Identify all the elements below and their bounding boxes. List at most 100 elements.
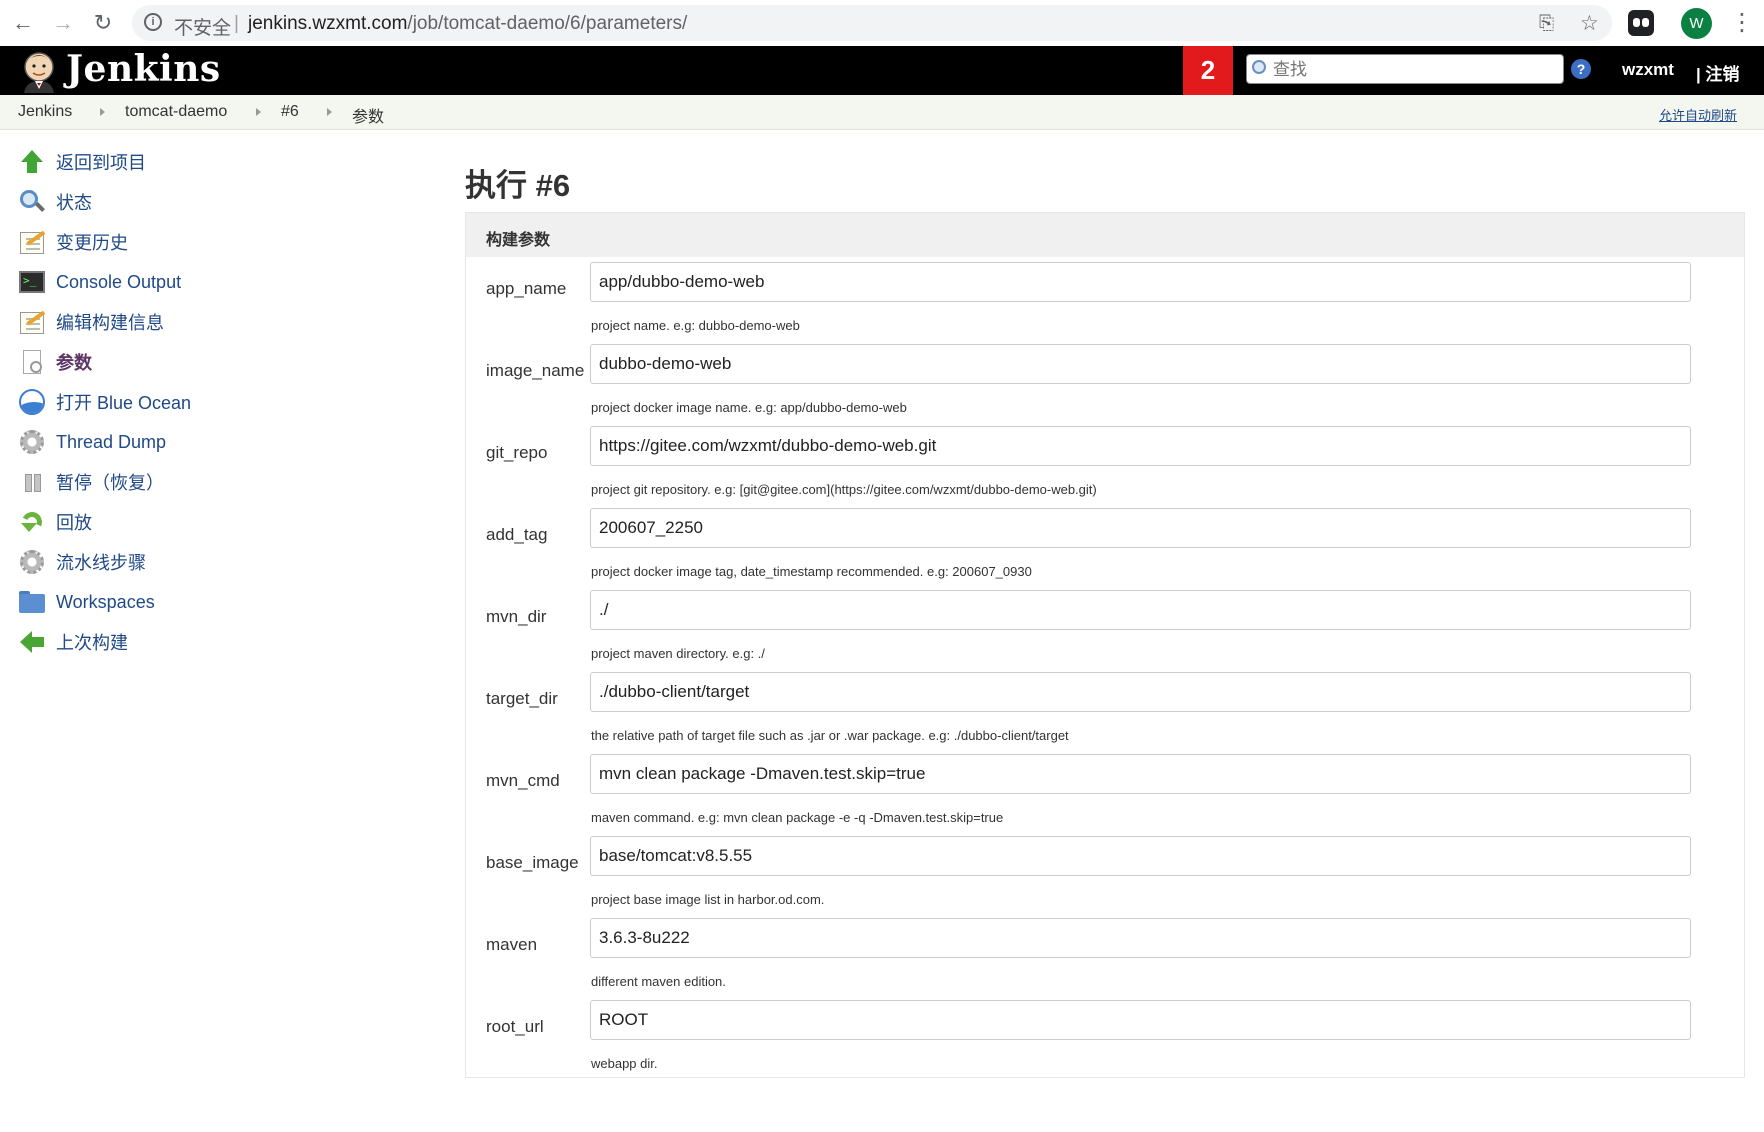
- search-box[interactable]: [1246, 54, 1564, 84]
- breadcrumb-build[interactable]: #6: [281, 103, 299, 121]
- param-description: webapp dir.: [591, 1056, 658, 1071]
- sidebar-item-console-output[interactable]: >_ Console Output: [18, 266, 181, 298]
- insecure-label: 不安全: [174, 18, 232, 39]
- site-info-icon[interactable]: i: [144, 13, 162, 31]
- username-link[interactable]: wzxmt: [1622, 60, 1674, 80]
- page-title: 执行 #6: [465, 168, 571, 203]
- breadcrumb-arrow-icon[interactable]: [327, 108, 332, 116]
- sidebar-item-status[interactable]: 状态: [18, 186, 92, 218]
- sidebar-item-label: 暂停（恢复）: [56, 473, 164, 493]
- search-icon: [1252, 60, 1266, 74]
- param-value-field[interactable]: [590, 508, 1691, 548]
- blue-ocean-icon: [18, 388, 46, 416]
- param-name: maven: [486, 935, 538, 954]
- auto-refresh-link[interactable]: 允许自动刷新: [1659, 105, 1737, 124]
- browser-toolbar: ← → ↻ i 不安全 | jenkins.wzxmt.com/job/tomc…: [0, 0, 1764, 47]
- sidebar-item-label: Thread Dump: [56, 431, 167, 452]
- param-value-field[interactable]: [590, 754, 1691, 794]
- param-row: git_repo project git repository. e.g: [g…: [466, 426, 1744, 508]
- bookmark-star-icon[interactable]: ☆: [1580, 11, 1599, 36]
- up-arrow-icon: [18, 148, 46, 176]
- sidebar-item-label: Console Output: [56, 271, 182, 292]
- param-name: root_url: [486, 1017, 544, 1036]
- logout-link[interactable]: | 注销: [1696, 60, 1739, 85]
- param-row: mvn_cmd maven command. e.g: mvn clean pa…: [466, 754, 1744, 836]
- sidebar-item-previous-build[interactable]: 上次构建: [18, 626, 128, 658]
- gear-icon: [18, 428, 46, 456]
- folder-icon: [18, 588, 46, 616]
- translate-icon[interactable]: ⎘: [1539, 13, 1554, 35]
- notification-badge[interactable]: 2: [1183, 46, 1233, 95]
- sidebar-item-edit-build-info[interactable]: 编辑构建信息: [18, 306, 164, 338]
- sidebar-item-label: 回放: [56, 513, 92, 533]
- sidebar-item-label: 变更历史: [56, 233, 128, 253]
- breadcrumb-arrow-icon[interactable]: [256, 108, 261, 116]
- jenkins-header: Jenkins 2 ? wzxmt | 注销: [0, 46, 1764, 95]
- reload-icon[interactable]: ↻: [90, 10, 116, 36]
- sidebar-item-back-to-project[interactable]: 返回到项目: [18, 146, 146, 178]
- param-description: project maven directory. e.g: ./: [591, 646, 765, 661]
- help-icon[interactable]: ?: [1571, 59, 1591, 79]
- breadcrumb-arrow-icon[interactable]: [100, 108, 105, 116]
- breadcrumb-jenkins[interactable]: Jenkins: [18, 103, 72, 121]
- back-icon[interactable]: ←: [10, 10, 36, 36]
- pause-icon: [18, 468, 46, 496]
- param-name: target_dir: [486, 689, 558, 708]
- param-name: image_name: [486, 361, 585, 380]
- sidebar-item-pipeline-steps[interactable]: 流水线步骤: [18, 546, 146, 578]
- param-name: mvn_cmd: [486, 771, 560, 790]
- profile-avatar[interactable]: W: [1681, 8, 1712, 39]
- sidebar-item-replay[interactable]: 回放: [18, 506, 92, 538]
- address-bar[interactable]: i 不安全 | jenkins.wzxmt.com/job/tomcat-dae…: [132, 5, 1612, 41]
- param-value-field[interactable]: [590, 1000, 1691, 1040]
- sidebar-item-label: 参数: [56, 353, 92, 373]
- param-value-field[interactable]: [590, 672, 1691, 712]
- sidebar-item-changes[interactable]: 变更历史: [18, 226, 128, 258]
- sidebar-item-parameters[interactable]: 参数: [18, 346, 92, 378]
- browser-menu-icon[interactable]: ⋮: [1730, 8, 1754, 37]
- param-row: add_tag project docker image tag, date_t…: [466, 508, 1744, 590]
- pane-title: 构建参数: [486, 232, 551, 249]
- extension-icon[interactable]: [1628, 10, 1654, 36]
- param-name: mvn_dir: [486, 607, 547, 626]
- param-row: base_image project base image list in ha…: [466, 836, 1744, 918]
- gear-icon: [18, 548, 46, 576]
- sidebar-item-label: Workspaces: [56, 591, 155, 612]
- sidebar-item-label: 状态: [56, 193, 92, 213]
- jenkins-brand[interactable]: Jenkins: [66, 48, 221, 90]
- left-arrow-icon: [18, 628, 46, 656]
- sidebar-item-label: 返回到项目: [56, 153, 146, 173]
- param-name: base_image: [486, 853, 579, 872]
- sidebar-item-label: 上次构建: [56, 633, 128, 653]
- param-value-field[interactable]: [590, 344, 1691, 384]
- replay-icon: [18, 508, 46, 536]
- build-parameters-pane: 构建参数 app_name project name. e.g: dubbo-d…: [465, 212, 1745, 1078]
- sidebar-item-blue-ocean[interactable]: 打开 Blue Ocean: [18, 386, 191, 418]
- param-value-field[interactable]: [590, 426, 1691, 466]
- sidebar-item-workspaces[interactable]: Workspaces: [18, 586, 155, 618]
- url-separator: |: [234, 13, 239, 34]
- param-value-field[interactable]: [590, 590, 1691, 630]
- param-value-field[interactable]: [590, 262, 1691, 302]
- document-icon: [18, 348, 46, 376]
- search-input[interactable]: [1271, 58, 1555, 82]
- param-description: different maven edition.: [591, 974, 726, 989]
- jenkins-butler-logo-icon[interactable]: [18, 49, 60, 93]
- param-row: target_dir the relative path of target f…: [466, 672, 1744, 754]
- param-value-field[interactable]: [590, 836, 1691, 876]
- forward-icon[interactable]: →: [50, 10, 76, 36]
- param-row: root_url webapp dir.: [466, 1000, 1744, 1082]
- breadcrumb-params[interactable]: 参数: [352, 103, 384, 127]
- param-description: the relative path of target file such as…: [591, 728, 1069, 743]
- param-value-field[interactable]: [590, 918, 1691, 958]
- sidebar-item-label: 编辑构建信息: [56, 313, 164, 333]
- sidebar-item-thread-dump[interactable]: Thread Dump: [18, 426, 166, 458]
- notepad-icon: [18, 308, 46, 336]
- sidebar-item-pause-resume[interactable]: 暂停（恢复）: [18, 466, 164, 498]
- notepad-icon: [18, 228, 46, 256]
- breadcrumb-job[interactable]: tomcat-daemo: [125, 103, 227, 121]
- search-icon: [18, 188, 46, 216]
- param-name: add_tag: [486, 525, 548, 544]
- url-text[interactable]: jenkins.wzxmt.com/job/tomcat-daemo/6/par…: [248, 13, 687, 35]
- pane-header: 构建参数: [466, 213, 1744, 257]
